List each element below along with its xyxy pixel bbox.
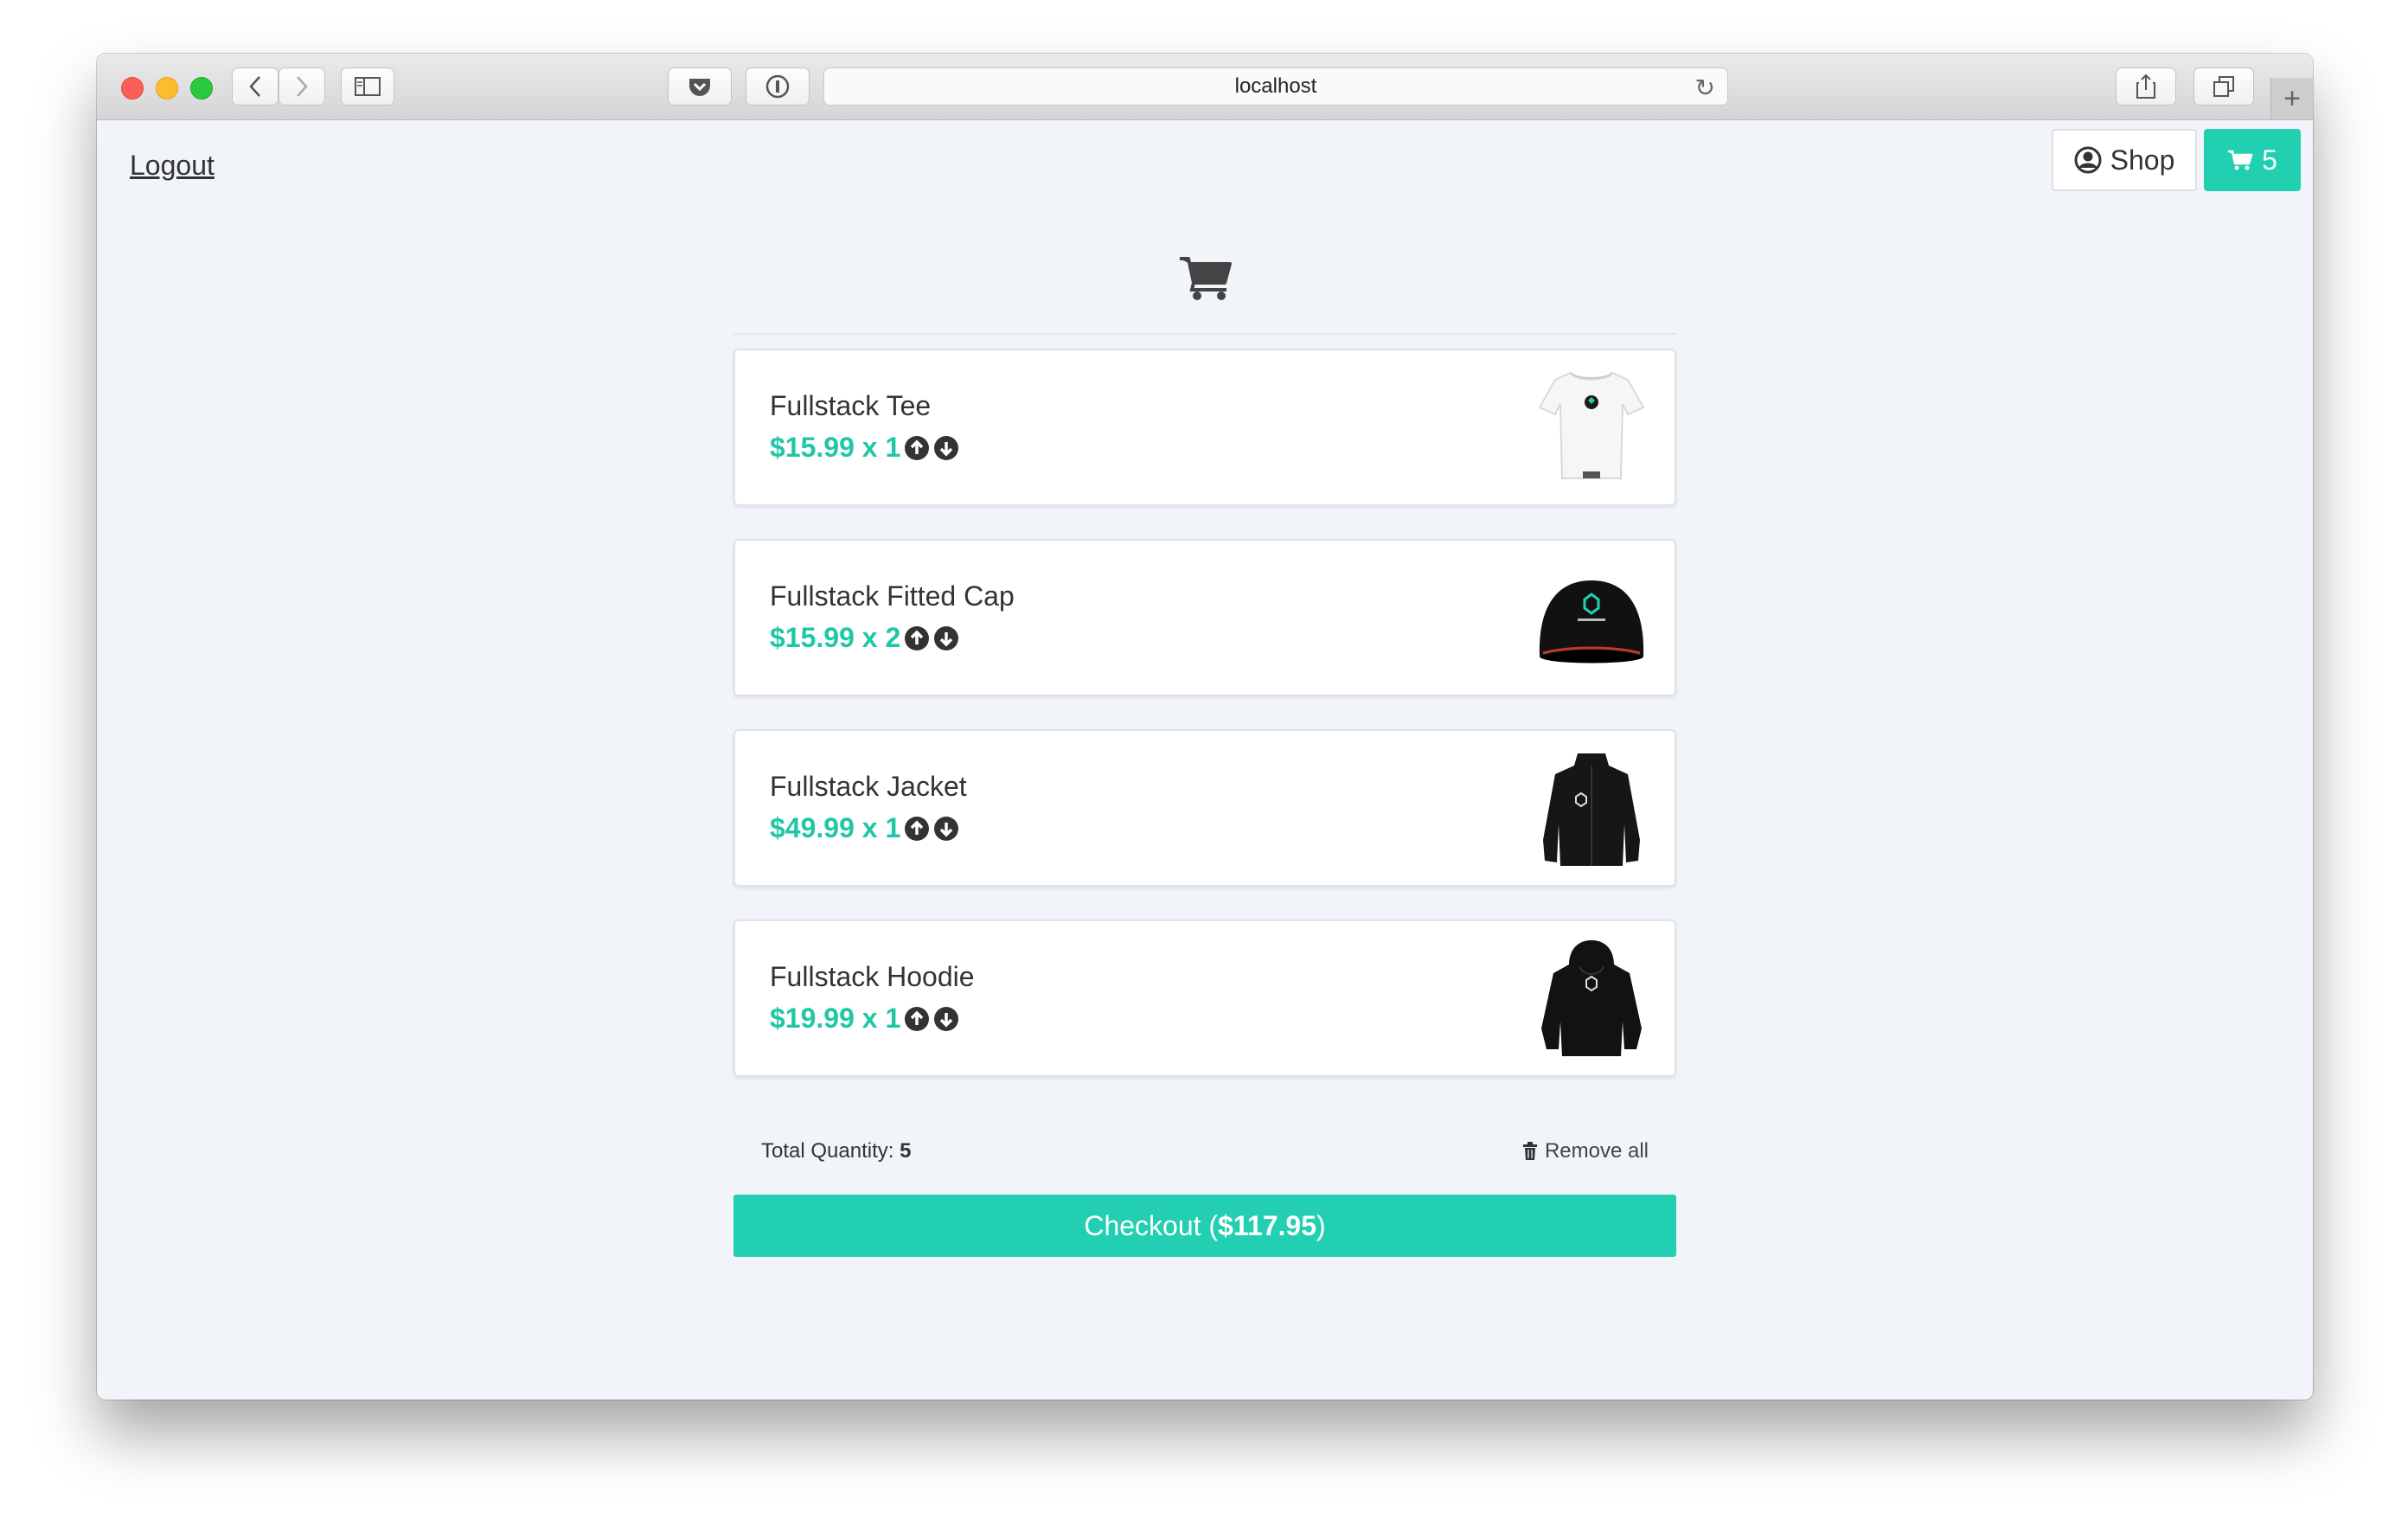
increase-quantity-icon[interactable] — [904, 435, 930, 461]
decrease-quantity-icon[interactable] — [933, 1006, 959, 1032]
item-price-row: $19.99 x 1 — [770, 1003, 959, 1035]
password-icon — [765, 74, 790, 99]
cart-count: 5 — [2262, 144, 2277, 176]
maximize-window-button[interactable] — [190, 77, 213, 99]
browser-window: localhost ↻ + Logout Shop 5 Fullstack Te… — [97, 54, 2313, 1400]
cart-summary: Total Quantity: 5 Remove all — [761, 1139, 1649, 1174]
forward-button[interactable] — [279, 67, 325, 106]
total-quantity-value: 5 — [900, 1139, 912, 1163]
black-cap-image — [1539, 580, 1644, 663]
cart-item: Fullstack Hoodie $19.99 x 1 — [733, 920, 1676, 1077]
checkout-label: Checkout — [1084, 1209, 1201, 1241]
decrease-quantity-icon[interactable] — [933, 435, 959, 461]
item-name: Fullstack Fitted Cap — [770, 580, 1015, 612]
user-circle-icon — [2074, 146, 2102, 174]
shop-button-label: Shop — [2110, 144, 2175, 176]
address-bar[interactable]: localhost ↻ — [823, 67, 1728, 106]
total-quantity: Total Quantity: 5 — [761, 1139, 911, 1163]
increase-quantity-icon[interactable] — [904, 625, 930, 651]
pocket-icon — [689, 79, 710, 96]
white-tee-image — [1538, 371, 1645, 479]
item-price-row: $15.99 x 1 — [770, 432, 959, 464]
black-jacket-image — [1543, 753, 1640, 866]
page-content: Logout Shop 5 Fullstack Tee $15.99 x 1 F… — [97, 120, 2313, 1400]
trash-icon — [1522, 1142, 1537, 1160]
reload-icon[interactable]: ↻ — [1695, 74, 1715, 102]
shop-button[interactable]: Shop — [2052, 129, 2197, 191]
item-price-quantity: $49.99 x 1 — [770, 812, 901, 843]
black-hoodie-image — [1541, 940, 1642, 1056]
new-tab-icon[interactable]: + — [2270, 78, 2313, 119]
cart-item: Fullstack Tee $15.99 x 1 — [733, 349, 1676, 506]
sidebar-icon — [355, 77, 381, 96]
tabs-button[interactable] — [2193, 67, 2254, 106]
checkout-total: $117.95 — [1218, 1209, 1316, 1241]
back-button[interactable] — [232, 67, 279, 106]
checkout-button[interactable]: Checkout ($117.95) — [733, 1195, 1676, 1257]
remove-all-label: Remove all — [1544, 1139, 1649, 1163]
item-price-quantity: $15.99 x 2 — [770, 622, 901, 653]
item-price-quantity: $19.99 x 1 — [770, 1003, 901, 1034]
share-button[interactable] — [2116, 67, 2176, 106]
back-icon — [249, 76, 260, 97]
item-name: Fullstack Hoodie — [770, 961, 975, 992]
item-price-row: $49.99 x 1 — [770, 812, 959, 844]
cart-item-list: Fullstack Tee $15.99 x 1 Fullstack Fitte… — [733, 349, 1676, 1110]
shopping-cart-icon — [1180, 257, 1232, 300]
forward-icon — [297, 76, 308, 97]
browser-toolbar: localhost ↻ + — [97, 54, 2313, 120]
item-name: Fullstack Jacket — [770, 771, 967, 802]
header-divider — [733, 333, 1676, 335]
pocket-button[interactable] — [668, 67, 732, 106]
total-quantity-label: Total Quantity: — [761, 1139, 894, 1163]
share-icon — [2136, 74, 2155, 99]
remove-all-button[interactable]: Remove all — [1522, 1139, 1649, 1163]
cart-item: Fullstack Fitted Cap $15.99 x 2 — [733, 539, 1676, 696]
cart-item: Fullstack Jacket $49.99 x 1 — [733, 729, 1676, 887]
url-text: localhost — [1234, 74, 1317, 98]
sidebar-button[interactable] — [341, 67, 394, 106]
cart-button[interactable]: 5 — [2204, 129, 2301, 191]
increase-quantity-icon[interactable] — [904, 816, 930, 842]
logout-link[interactable]: Logout — [130, 150, 215, 182]
tabs-icon — [2213, 76, 2234, 97]
item-price-row: $15.99 x 2 — [770, 622, 959, 654]
item-price-quantity: $15.99 x 1 — [770, 432, 901, 463]
password-button[interactable] — [746, 67, 810, 106]
increase-quantity-icon[interactable] — [904, 1006, 930, 1032]
decrease-quantity-icon[interactable] — [933, 816, 959, 842]
minimize-window-button[interactable] — [156, 77, 178, 99]
cart-icon — [2228, 150, 2253, 170]
decrease-quantity-icon[interactable] — [933, 625, 959, 651]
close-window-button[interactable] — [121, 77, 144, 99]
item-name: Fullstack Tee — [770, 390, 932, 421]
